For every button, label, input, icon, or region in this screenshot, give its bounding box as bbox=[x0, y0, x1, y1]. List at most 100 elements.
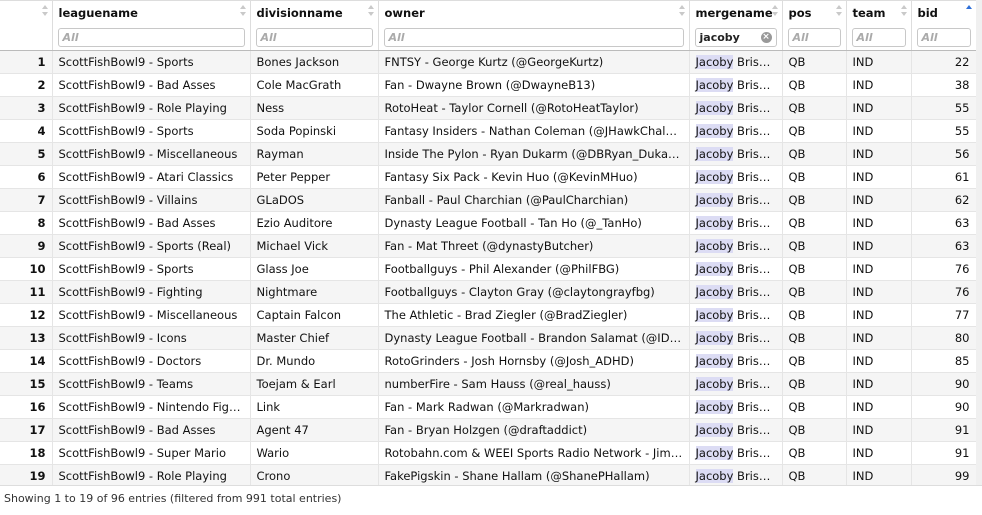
cell-bid: 77 bbox=[911, 303, 977, 327]
cell-team: IND bbox=[846, 303, 912, 327]
owner-filter-input[interactable]: All bbox=[383, 27, 684, 47]
cell-owner: Fan - Bryan Holzgen (@draftaddict) bbox=[378, 418, 690, 442]
cell-owner: The Athletic - Brad Ziegler (@BradZiegle… bbox=[378, 303, 690, 327]
table-row[interactable]: 9 ScottFishBowl9 - Sports (Real) Michael V… bbox=[0, 234, 977, 258]
sort-icon[interactable] bbox=[678, 5, 685, 17]
cell-team: IND bbox=[846, 395, 912, 419]
sort-icon[interactable] bbox=[239, 5, 246, 17]
cell-team: IND bbox=[846, 165, 912, 189]
cell-bid: 90 bbox=[911, 395, 977, 419]
cell-leaguename: ScottFishBowl9 - Super Mario bbox=[52, 441, 251, 465]
table-row[interactable]: 10 ScottFishBowl9 - Sports Glass Joe Footba… bbox=[0, 257, 977, 281]
mergename-rest: Brissett bbox=[733, 55, 781, 69]
row-number: 8 bbox=[0, 211, 53, 235]
sort-ascending-icon[interactable] bbox=[965, 5, 972, 17]
search-match-highlight: Jacoby bbox=[695, 170, 734, 184]
cell-pos: QB bbox=[782, 73, 847, 97]
table-body: 1 ScottFishBowl9 - Sports Bones Jackson FNT… bbox=[0, 50, 977, 485]
cell-mergename: Jacoby Brissett bbox=[689, 326, 783, 350]
filter-cell-pos: All bbox=[782, 24, 847, 51]
sort-icon[interactable] bbox=[41, 5, 48, 17]
table-row[interactable]: 7 ScottFishBowl9 - Villains GLaDOS Fanball … bbox=[0, 188, 977, 212]
data-table-container: leaguename divisionname owner mergename pos t… bbox=[0, 0, 982, 485]
divisionname-filter-input[interactable]: All bbox=[255, 27, 373, 47]
mergename-filter-input[interactable]: jacoby × bbox=[694, 27, 777, 47]
sort-icon[interactable] bbox=[771, 5, 778, 17]
row-number: 17 bbox=[0, 418, 53, 442]
cell-pos: QB bbox=[782, 418, 847, 442]
sort-icon[interactable] bbox=[367, 5, 374, 17]
cell-mergename: Jacoby Brissett bbox=[689, 349, 783, 373]
cell-bid: 76 bbox=[911, 280, 977, 304]
cell-pos: QB bbox=[782, 303, 847, 327]
table-row[interactable]: 2 ScottFishBowl9 - Bad Asses Cole MacGrath… bbox=[0, 73, 977, 97]
table-row[interactable]: 14 ScottFishBowl9 - Doctors Dr. Mundo RotoG… bbox=[0, 349, 977, 373]
cell-mergename: Jacoby Brissett bbox=[689, 395, 783, 419]
column-header-leaguename[interactable]: leaguename bbox=[52, 0, 251, 24]
cell-owner: numberFire - Sam Hauss (@real_hauss) bbox=[378, 372, 690, 396]
cell-pos: QB bbox=[782, 96, 847, 120]
table-row[interactable]: 16 ScottFishBowl9 - Nintendo Fighters Link… bbox=[0, 395, 977, 419]
table-row[interactable]: 15 ScottFishBowl9 - Teams Toejam & Earl num… bbox=[0, 372, 977, 396]
table-row[interactable]: 12 ScottFishBowl9 - Miscellaneous Captain … bbox=[0, 303, 977, 327]
cell-divisionname: Nightmare bbox=[250, 280, 379, 304]
column-header-owner[interactable]: owner bbox=[378, 0, 690, 24]
column-header-rownum[interactable] bbox=[0, 0, 53, 24]
cell-bid: 63 bbox=[911, 234, 977, 258]
cell-mergename: Jacoby Brissett bbox=[689, 303, 783, 327]
cell-bid: 76 bbox=[911, 257, 977, 281]
row-number: 10 bbox=[0, 257, 53, 281]
leaguename-filter-input[interactable]: All bbox=[57, 27, 245, 47]
table-row[interactable]: 6 ScottFishBowl9 - Atari Classics Peter Pe… bbox=[0, 165, 977, 189]
cell-leaguename: ScottFishBowl9 - Sports bbox=[52, 257, 251, 281]
table-row[interactable]: 11 ScottFishBowl9 - Fighting Nightmare Foot… bbox=[0, 280, 977, 304]
search-match-highlight: Jacoby bbox=[695, 55, 734, 69]
table-row[interactable]: 8 ScottFishBowl9 - Bad Asses Ezio Auditore… bbox=[0, 211, 977, 235]
table-row[interactable]: 19 ScottFishBowl9 - Role Playing Crono Fake… bbox=[0, 464, 977, 485]
cell-bid: 55 bbox=[911, 96, 977, 120]
cell-owner: Fan - Dwayne Brown (@DwayneB13) bbox=[378, 73, 690, 97]
column-header-divisionname[interactable]: divisionname bbox=[250, 0, 379, 24]
column-header-team[interactable]: team bbox=[846, 0, 912, 24]
bid-filter-input[interactable]: All bbox=[916, 27, 971, 47]
cell-team: IND bbox=[846, 234, 912, 258]
row-number: 6 bbox=[0, 165, 53, 189]
cell-pos: QB bbox=[782, 211, 847, 235]
team-filter-input[interactable]: All bbox=[851, 27, 906, 47]
column-header-label: owner bbox=[384, 5, 425, 20]
cell-mergename: Jacoby Brissett bbox=[689, 119, 783, 143]
search-match-highlight: Jacoby bbox=[695, 216, 734, 230]
vertical-scrollbar[interactable] bbox=[976, 0, 982, 485]
column-header-mergename[interactable]: mergename bbox=[689, 0, 783, 24]
pos-filter-input[interactable]: All bbox=[787, 27, 841, 47]
cell-bid: 62 bbox=[911, 188, 977, 212]
table-row[interactable]: 5 ScottFishBowl9 - Miscellaneous Rayman Ins… bbox=[0, 142, 977, 166]
table-row[interactable]: 4 ScottFishBowl9 - Sports Soda Popinski Fan… bbox=[0, 119, 977, 143]
search-match-highlight: Jacoby bbox=[695, 331, 734, 345]
row-number: 1 bbox=[0, 50, 53, 74]
cell-divisionname: Bones Jackson bbox=[250, 50, 379, 74]
mergename-rest: Brissett bbox=[733, 78, 781, 92]
column-header-label: bid bbox=[917, 5, 938, 20]
mergename-rest: Brissett bbox=[733, 147, 781, 161]
cell-mergename: Jacoby Brissett bbox=[689, 280, 783, 304]
table-row[interactable]: 17 ScottFishBowl9 - Bad Asses Agent 47 Fan … bbox=[0, 418, 977, 442]
cell-owner: Fantasy Six Pack - Kevin Huo (@KevinMHuo… bbox=[378, 165, 690, 189]
clear-filter-icon[interactable]: × bbox=[760, 31, 772, 43]
column-header-bid[interactable]: bid bbox=[911, 0, 977, 24]
table-row[interactable]: 18 ScottFishBowl9 - Super Mario Wario Rotob… bbox=[0, 441, 977, 465]
cell-leaguename: ScottFishBowl9 - Role Playing bbox=[52, 96, 251, 120]
table-row[interactable]: 13 ScottFishBowl9 - Icons Master Chief Dyna… bbox=[0, 326, 977, 350]
cell-divisionname: Agent 47 bbox=[250, 418, 379, 442]
sort-icon[interactable] bbox=[835, 5, 842, 17]
search-match-highlight: Jacoby bbox=[695, 285, 734, 299]
cell-divisionname: Michael Vick bbox=[250, 234, 379, 258]
table-row[interactable]: 3 ScottFishBowl9 - Role Playing Ness RotoHe… bbox=[0, 96, 977, 120]
cell-team: IND bbox=[846, 326, 912, 350]
column-header-pos[interactable]: pos bbox=[782, 0, 847, 24]
mergename-rest: Brissett bbox=[733, 423, 781, 437]
sort-icon[interactable] bbox=[900, 5, 907, 17]
table-row[interactable]: 1 ScottFishBowl9 - Sports Bones Jackson FNT… bbox=[0, 50, 977, 74]
cell-mergename: Jacoby Brissett bbox=[689, 418, 783, 442]
filter-text: All bbox=[856, 30, 873, 44]
